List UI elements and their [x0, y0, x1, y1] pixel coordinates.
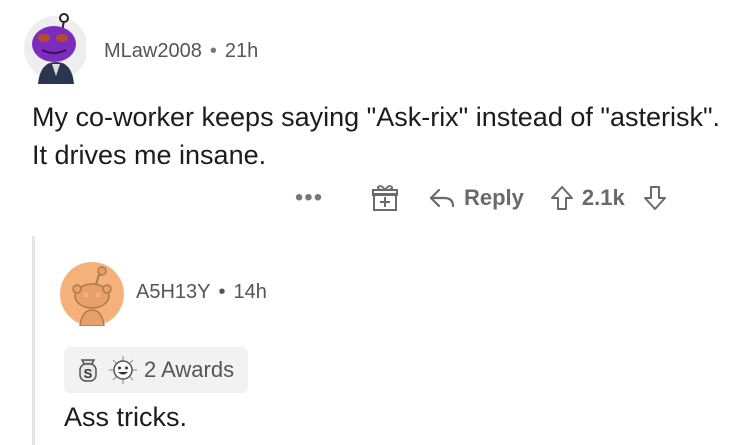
- username[interactable]: MLaw2008: [104, 40, 202, 63]
- vote-score: 2.1k: [581, 185, 625, 210]
- meta-separator: •: [218, 281, 226, 303]
- meta-separator: •: [209, 40, 217, 62]
- reply-text: Ass tricks.: [64, 402, 188, 432]
- thread-line[interactable]: [32, 236, 35, 445]
- reply-arrow-icon: [429, 188, 455, 208]
- downvote-icon[interactable]: [643, 185, 667, 211]
- comment-meta: MLaw2008 • 21h: [104, 40, 258, 63]
- awards-label: 2 Awards: [144, 357, 235, 382]
- gift-icon: [372, 185, 398, 211]
- user-avatar[interactable]: [22, 4, 88, 84]
- reply-button[interactable]: Reply: [428, 185, 524, 211]
- awards-badge[interactable]: S 2 Awards: [64, 347, 249, 393]
- reply-label: Reply: [464, 185, 524, 210]
- more-options-button[interactable]: •••: [290, 183, 328, 213]
- give-award-button[interactable]: [368, 181, 402, 215]
- top-comment: MLaw2008 • 21h My co-worker keeps saying…: [0, 0, 750, 230]
- timestamp[interactable]: 21h: [225, 40, 258, 63]
- silver-award-icon: S: [79, 359, 97, 382]
- snoo-avatar-default-icon: [60, 262, 124, 327]
- reply-meta: A5H13Y • 14h: [136, 281, 267, 304]
- snoo-avatar-purple-icon: [24, 13, 88, 84]
- reply-timestamp[interactable]: 14h: [234, 281, 267, 304]
- comment-text: My co-worker keeps saying "Ask-rix" inst…: [32, 102, 721, 170]
- wholesome-award-icon: [109, 356, 137, 384]
- reply-username[interactable]: A5H13Y: [136, 281, 211, 304]
- vote-controls: 2.1k: [550, 185, 667, 211]
- comment-actions: ••• Reply 2.1k: [290, 178, 667, 218]
- svg-text:S: S: [84, 366, 93, 381]
- upvote-icon[interactable]: [550, 185, 574, 211]
- reply-user-avatar[interactable]: [60, 262, 124, 327]
